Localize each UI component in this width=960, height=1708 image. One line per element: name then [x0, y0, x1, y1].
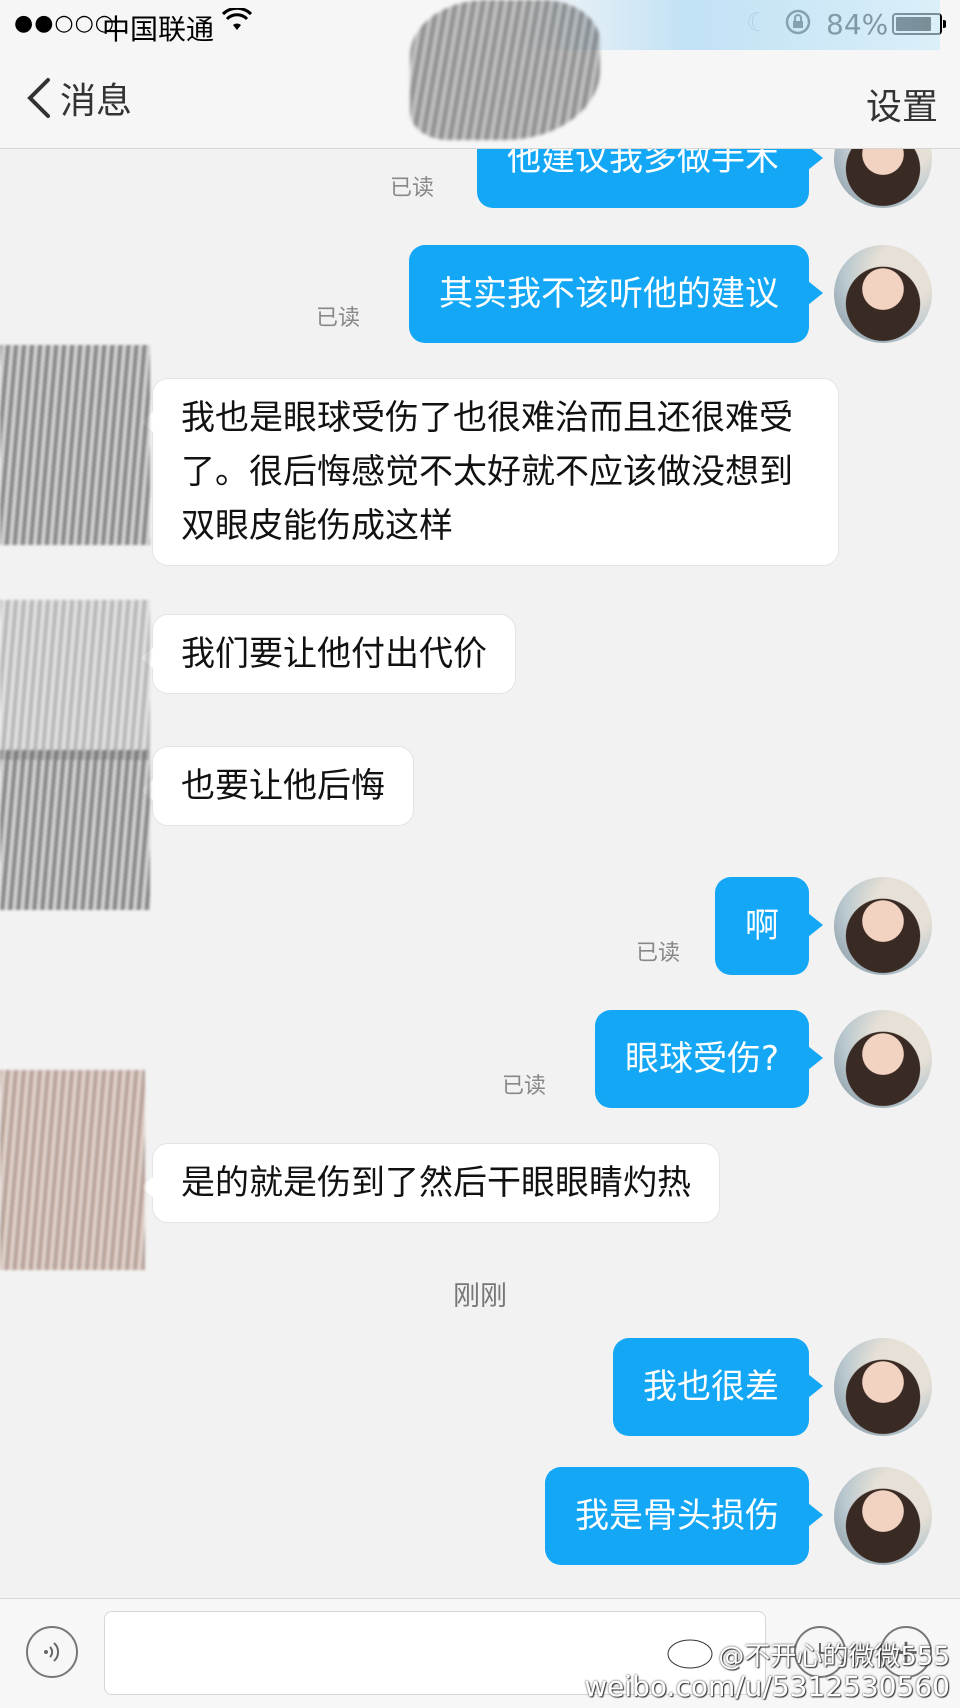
incoming-message[interactable]: 我们要让他付出代价	[141, 614, 516, 694]
back-label: 消息	[60, 81, 133, 122]
nav-bar: 消息 设置	[0, 50, 960, 149]
incoming-message[interactable]: 是的就是伤到了然后干眼眼睛灼热	[141, 1143, 720, 1223]
avatar	[834, 1338, 932, 1436]
incoming-message[interactable]: 也要让他后悔	[141, 746, 414, 826]
outgoing-message[interactable]: 我也很差	[613, 1338, 823, 1436]
avatar	[834, 245, 932, 343]
watermark-username: @不开心的微微555	[718, 1642, 950, 1672]
read-receipt: 已读	[316, 306, 361, 331]
read-receipt: 已读	[636, 941, 681, 966]
outgoing-message[interactable]: 其实我不该听他的建议	[409, 245, 823, 343]
outgoing-message[interactable]: 我是骨头损伤	[545, 1467, 823, 1565]
incoming-message[interactable]: 我也是眼球受伤了也很难治而且还很难受了。很后悔感觉不太好就不应该做没想到双眼皮能…	[141, 378, 839, 566]
voice-icon	[44, 1642, 60, 1662]
time-separator: 刚刚	[453, 1281, 507, 1312]
chevron-left-icon	[27, 78, 50, 118]
avatar	[834, 1010, 932, 1108]
outgoing-message[interactable]: 啊	[715, 877, 823, 975]
read-receipt: 已读	[390, 176, 435, 201]
voice-button[interactable]	[26, 1626, 78, 1678]
read-receipt: 已读	[502, 1074, 547, 1099]
watermark-url: weibo.com/u/5312530560	[584, 1670, 950, 1703]
avatar	[834, 1467, 932, 1565]
chat-area: 已读 他建议我多做手术 已读 其实我不该听他的建议 我也是眼球受伤了也很难治而且…	[0, 0, 960, 1707]
avatar	[834, 877, 932, 975]
back-button[interactable]: 消息	[24, 70, 132, 126]
outgoing-message[interactable]: 眼球受伤?	[594, 1010, 824, 1108]
settings-button[interactable]: 设置	[866, 78, 938, 130]
